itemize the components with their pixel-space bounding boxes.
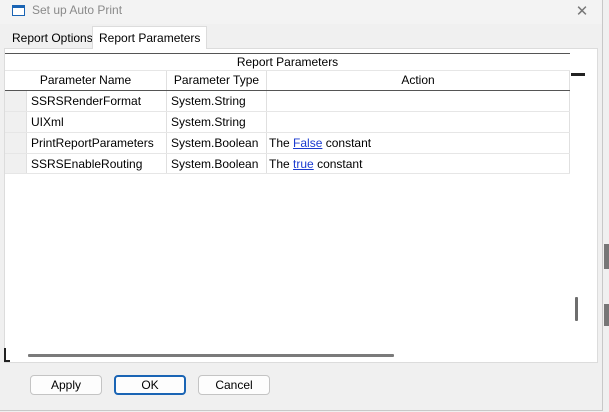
- parameter-name-cell[interactable]: SSRSRenderFormat: [27, 91, 167, 111]
- grid-header-row: Parameter Name Parameter Type Action: [5, 71, 570, 90]
- tab-report-parameters[interactable]: Report Parameters: [92, 26, 208, 49]
- auto-print-dialog: Set up Auto Print ✕ Report Options Repor…: [0, 0, 603, 411]
- column-header-parameter-type[interactable]: Parameter Type: [167, 71, 267, 90]
- row-selector[interactable]: [5, 133, 27, 153]
- parameter-name-cell[interactable]: UIXml: [27, 112, 167, 132]
- background-app-strip: [604, 244, 609, 269]
- action-prefix: The: [269, 157, 290, 171]
- table-row[interactable]: SSRSRenderFormat System.String: [5, 90, 570, 111]
- action-cell[interactable]: [267, 112, 570, 132]
- action-value-link[interactable]: true: [293, 157, 314, 171]
- parameter-type-cell[interactable]: System.Boolean: [167, 133, 267, 153]
- app-window-icon: [12, 5, 25, 16]
- close-button[interactable]: ✕: [566, 0, 598, 22]
- action-cell[interactable]: The true constant: [267, 154, 570, 173]
- row-selector[interactable]: [5, 112, 27, 132]
- tab-report-options[interactable]: Report Options: [6, 28, 99, 48]
- table-row[interactable]: SSRSEnableRouting System.Boolean The tru…: [5, 153, 570, 174]
- row-selector[interactable]: [5, 91, 27, 111]
- parameter-name-cell[interactable]: PrintReportParameters: [27, 133, 167, 153]
- action-suffix: constant: [325, 136, 372, 150]
- action-cell[interactable]: The False constant: [267, 133, 570, 153]
- report-parameters-panel: Report Parameters Parameter Name Paramet…: [4, 48, 598, 363]
- vertical-scrollbar[interactable]: [575, 297, 578, 321]
- close-icon: ✕: [575, 3, 589, 20]
- parameter-name-cell[interactable]: SSRSEnableRouting: [27, 154, 167, 173]
- parameter-type-cell[interactable]: System.String: [167, 112, 267, 132]
- column-header-parameter-name[interactable]: Parameter Name: [5, 71, 167, 90]
- table-row[interactable]: PrintReportParameters System.Boolean The…: [5, 132, 570, 153]
- column-header-action[interactable]: Action: [267, 71, 570, 90]
- background-app-strip: [604, 304, 609, 326]
- horizontal-scrollbar[interactable]: [28, 354, 394, 357]
- action-suffix: constant: [317, 157, 363, 171]
- action-value-link[interactable]: False: [293, 136, 322, 150]
- title-bar: Set up Auto Print ✕: [0, 0, 602, 24]
- parameter-type-cell[interactable]: System.Boolean: [167, 154, 267, 173]
- grid-corner-bracket: [4, 348, 10, 362]
- ok-button[interactable]: OK: [114, 375, 186, 395]
- action-prefix: The: [269, 136, 290, 150]
- cancel-button[interactable]: Cancel: [198, 375, 270, 395]
- row-selector[interactable]: [5, 154, 27, 173]
- parameter-type-cell[interactable]: System.String: [167, 91, 267, 111]
- table-row[interactable]: UIXml System.String: [5, 111, 570, 132]
- grid-corner-mark: [571, 73, 585, 76]
- grid-caption: Report Parameters: [5, 54, 570, 71]
- parameters-grid: Report Parameters Parameter Name Paramet…: [5, 53, 570, 174]
- action-cell[interactable]: [267, 91, 570, 111]
- window-title: Set up Auto Print: [32, 3, 123, 17]
- apply-button[interactable]: Apply: [30, 375, 102, 395]
